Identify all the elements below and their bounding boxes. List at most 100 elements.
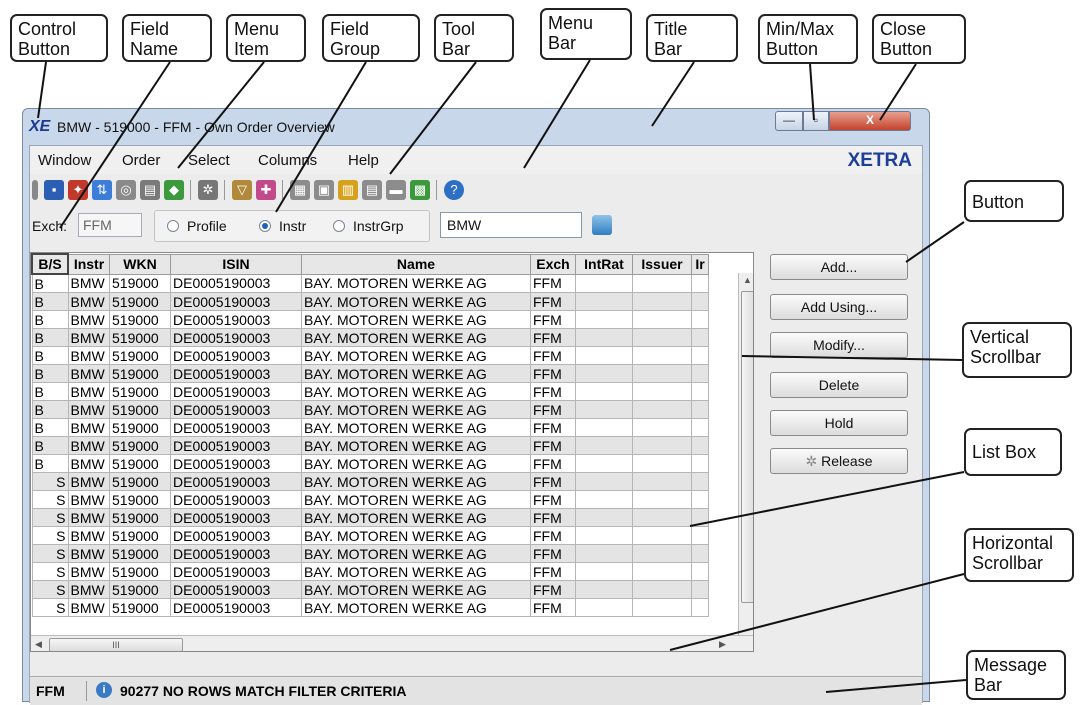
table-row[interactable]: B BMW 519000 DE0005190003 BAY. MOTOREN WERKE…	[31, 400, 709, 419]
column-header[interactable]: Name	[301, 253, 531, 275]
instrument-input[interactable]: BMW	[440, 212, 582, 238]
radio-instrgrp[interactable]	[333, 220, 345, 232]
table-icon[interactable]: ▤	[362, 180, 382, 200]
column-header[interactable]: Exch	[530, 253, 576, 275]
scroll-right-icon[interactable]: ▶	[719, 639, 726, 650]
grid-icon[interactable]: ▦	[290, 180, 310, 200]
table-row[interactable]: B BMW 519000 DE0005190003 BAY. MOTOREN WERKE…	[31, 418, 709, 437]
table-row[interactable]: B BMW 519000 DE0005190003 BAY. MOTOREN WERKE…	[31, 436, 709, 455]
hold-button[interactable]: Hold	[770, 410, 908, 436]
vertical-scroll-thumb[interactable]	[741, 291, 753, 603]
horizontal-scroll-thumb[interactable]: III	[49, 638, 183, 651]
column-header[interactable]: IntRat	[575, 253, 633, 275]
table-cell	[691, 346, 709, 365]
table-cell: DE0005190003	[170, 472, 302, 491]
title-bar[interactable]: XE BMW - 519000 - FFM - Own Order Overvi…	[23, 109, 929, 145]
refresh-icon[interactable]: ✚	[256, 180, 276, 200]
table-cell: BMW	[67, 490, 110, 509]
table-cell: 519000	[109, 436, 171, 455]
table-cell: FFM	[530, 544, 576, 563]
table-row[interactable]: S BMW 519000 DE0005190003 BAY. MOTOREN WERKE…	[31, 562, 709, 581]
table-cell: S	[31, 508, 69, 527]
table-row[interactable]: S BMW 519000 DE0005190003 BAY. MOTOREN WERKE…	[31, 490, 709, 509]
table-cell: BMW	[67, 580, 110, 599]
table-row[interactable]: B BMW 519000 DE0005190003 BAY. MOTOREN WERKE…	[31, 292, 709, 311]
minimize-button[interactable]: —	[775, 111, 803, 131]
horizontal-scrollbar[interactable]: ◀ III ▶	[31, 635, 753, 651]
menu-item-window[interactable]: Window	[38, 152, 91, 169]
callout-list-box: List Box	[964, 428, 1062, 476]
modify-button[interactable]: Modify...	[770, 332, 908, 358]
column-header[interactable]: Ir	[691, 253, 709, 275]
radio-profile-label[interactable]: Profile	[187, 218, 227, 234]
scroll-left-icon[interactable]: ◀	[35, 639, 42, 650]
callout-title-bar: Title Bar	[646, 14, 738, 62]
column-header[interactable]: B/S	[31, 253, 69, 275]
upload-icon[interactable]: ◆	[164, 180, 184, 200]
menu-item-help[interactable]: Help	[348, 152, 379, 169]
table-cell	[632, 328, 692, 347]
export-icon[interactable]: ✦	[68, 180, 88, 200]
table-row[interactable]: B BMW 519000 DE0005190003 BAY. MOTOREN WERKE…	[31, 364, 709, 383]
chart-icon[interactable]: ▩	[410, 180, 430, 200]
table-row[interactable]: B BMW 519000 DE0005190003 BAY. MOTOREN WERKE…	[31, 454, 709, 473]
scroll-up-icon[interactable]: ▲	[743, 275, 752, 285]
release-button[interactable]: ✲ Release	[770, 448, 908, 474]
release-button-label: Release	[821, 453, 873, 469]
columns-icon[interactable]: ▥	[338, 180, 358, 200]
table-row[interactable]: B BMW 519000 DE0005190003 BAY. MOTOREN WERKE…	[31, 382, 709, 401]
radio-profile[interactable]	[167, 220, 179, 232]
table-row[interactable]: B BMW 519000 DE0005190003 BAY. MOTOREN WERKE…	[31, 273, 709, 293]
add-button[interactable]: Add...	[770, 254, 908, 280]
radio-instr-label[interactable]: Instr	[279, 218, 306, 234]
table-cell: B	[31, 436, 69, 455]
callout-field-group: Field Group	[322, 14, 420, 62]
table-row[interactable]: S BMW 519000 DE0005190003 BAY. MOTOREN WERKE…	[31, 598, 709, 617]
table-cell	[575, 273, 633, 293]
menu-item-order[interactable]: Order	[122, 152, 160, 169]
column-header[interactable]: ISIN	[170, 253, 302, 275]
help-icon[interactable]: ?	[444, 180, 464, 200]
menu-item-columns[interactable]: Columns	[258, 152, 317, 169]
maximize-button[interactable]: ▫	[803, 111, 829, 131]
control-button[interactable]: XE	[29, 118, 50, 136]
table-row[interactable]: B BMW 519000 DE0005190003 BAY. MOTOREN WERKE…	[31, 310, 709, 329]
table-row[interactable]: S BMW 519000 DE0005190003 BAY. MOTOREN WERKE…	[31, 580, 709, 599]
table-cell: BAY. MOTOREN WERKE AG	[301, 490, 531, 509]
toolbar-separator	[436, 180, 437, 200]
panel-icon[interactable]: ▬	[386, 180, 406, 200]
table-cell: FFM	[530, 292, 576, 311]
table-cell	[691, 562, 709, 581]
table-cell: DE0005190003	[170, 544, 302, 563]
add-using-button[interactable]: Add Using...	[770, 294, 908, 320]
sort-icon[interactable]: ⇅	[92, 180, 112, 200]
list-box[interactable]: B/S Instr WKN ISIN Name Exch IntRat Issu…	[30, 252, 754, 652]
table-cell	[632, 292, 692, 311]
close-button[interactable]: X	[829, 111, 911, 131]
table-row[interactable]: B BMW 519000 DE0005190003 BAY. MOTOREN WERKE…	[31, 328, 709, 347]
table-row[interactable]: S BMW 519000 DE0005190003 BAY. MOTOREN WERKE…	[31, 508, 709, 527]
save-icon[interactable]: ▪	[44, 180, 64, 200]
table-cell	[632, 580, 692, 599]
table-row[interactable]: S BMW 519000 DE0005190003 BAY. MOTOREN WERKE…	[31, 544, 709, 563]
filter-icon[interactable]: ▽	[232, 180, 252, 200]
copy-icon[interactable]: ▣	[314, 180, 334, 200]
print-icon[interactable]: ▤	[140, 180, 160, 200]
column-header[interactable]: Instr	[67, 253, 110, 275]
table-cell: 519000	[109, 400, 171, 419]
toolbar-grip[interactable]	[32, 180, 38, 200]
lookup-icon[interactable]	[592, 215, 612, 235]
radio-instr[interactable]	[259, 220, 271, 232]
table-cell	[691, 490, 709, 509]
view-icon[interactable]: ◎	[116, 180, 136, 200]
delete-button[interactable]: Delete	[770, 372, 908, 398]
menu-item-select[interactable]: Select	[188, 152, 230, 169]
column-header[interactable]: WKN	[109, 253, 171, 275]
table-row[interactable]: S BMW 519000 DE0005190003 BAY. MOTOREN WERKE…	[31, 472, 709, 491]
settings-icon[interactable]: ✲	[198, 180, 218, 200]
column-header[interactable]: Issuer	[632, 253, 692, 275]
radio-instrgrp-label[interactable]: InstrGrp	[353, 218, 404, 234]
table-row[interactable]: S BMW 519000 DE0005190003 BAY. MOTOREN WERKE…	[31, 526, 709, 545]
table-row[interactable]: B BMW 519000 DE0005190003 BAY. MOTOREN WERKE…	[31, 346, 709, 365]
vertical-scrollbar[interactable]: ▲	[738, 273, 753, 635]
